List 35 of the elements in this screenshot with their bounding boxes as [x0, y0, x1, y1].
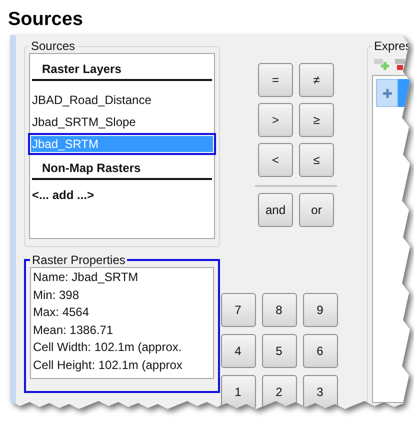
property-text: Name: Jbad_SRTM [33, 269, 140, 286]
operator-button[interactable]: ≤ [299, 143, 334, 177]
property-text: Max: 4564 [33, 304, 90, 321]
operator-button[interactable]: ≠ [299, 63, 334, 97]
group-title: Raster Properties [31, 253, 126, 267]
operator-button[interactable]: < [258, 143, 293, 177]
digit-button[interactable]: 2 [262, 375, 296, 409]
list-header: Raster Layers [32, 60, 212, 81]
add-item[interactable]: <... add ...> [30, 188, 214, 202]
raster-item[interactable]: JBAD_Road_Distance [28, 89, 216, 111]
property-text: Min: 398 [33, 286, 80, 304]
property-text: Cell Height: 102.1m (approx [33, 356, 184, 374]
digit-button[interactable]: 7 [220, 293, 256, 327]
plus-icon [382, 88, 392, 98]
digit-button[interactable]: 3 [302, 375, 338, 409]
add-icon[interactable] [374, 57, 390, 71]
digit-button[interactable]: 9 [302, 293, 338, 327]
raster-item[interactable]: Jbad_SRTM_Slope [28, 111, 216, 133]
property-text: Mean: 1386.71 [33, 322, 114, 338]
property-text: Cell Width: 102.1m (approx. [33, 339, 183, 356]
digit-button[interactable]: 1 [220, 375, 256, 409]
page-title: Sources [7, 8, 84, 32]
operator-button[interactable]: = [258, 63, 293, 97]
digit-button[interactable]: 6 [302, 334, 338, 368]
logic-button[interactable]: and [258, 193, 293, 227]
operator-button[interactable]: ≥ [299, 103, 334, 137]
group-title: Sources [30, 39, 76, 53]
digit-button[interactable]: 4 [220, 334, 256, 368]
expand-button[interactable] [376, 79, 398, 107]
operator-button[interactable]: > [258, 103, 293, 137]
remove-icon[interactable] [395, 57, 405, 71]
digit-button[interactable]: 5 [262, 334, 296, 368]
logic-button[interactable]: or [299, 193, 334, 227]
digit-button[interactable]: 8 [262, 293, 296, 327]
list-header: Non-Map Rasters [32, 159, 212, 180]
